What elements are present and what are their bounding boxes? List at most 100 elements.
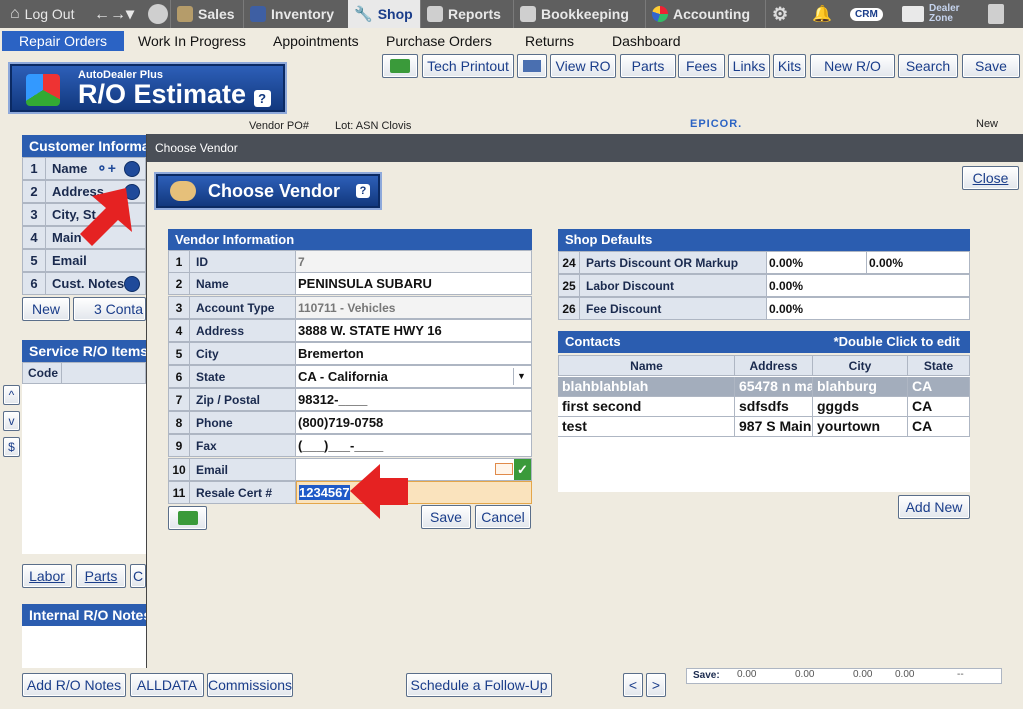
parts-discount-field[interactable]: 0.00%	[767, 251, 867, 274]
shop-row-fee-discount: 26 Fee Discount 0.00%	[558, 297, 970, 320]
navigate-icon[interactable]	[124, 161, 140, 177]
add-person-icon[interactable]: ⚬+	[96, 160, 116, 177]
nav-sales[interactable]: Sales	[170, 0, 241, 28]
nav-accounting[interactable]: Accounting	[645, 0, 756, 28]
labor-button[interactable]: Labor	[22, 564, 72, 588]
epicor-logo: EPICOR.	[690, 118, 743, 130]
ro-status: New	[976, 118, 999, 130]
alldata-button[interactable]: ALLDATA	[130, 673, 204, 697]
close-button[interactable]: Close	[962, 166, 1019, 190]
search-button[interactable]: Search	[898, 54, 958, 78]
customer-info-header: Customer Informat	[22, 135, 146, 157]
checkmark-icon[interactable]: ✓	[514, 459, 531, 480]
subnav-purchase-orders[interactable]: Purchase Orders	[372, 31, 506, 51]
save-button[interactable]: Save	[962, 54, 1020, 78]
contacts-button[interactable]: 3 Conta	[73, 297, 146, 321]
prev-button[interactable]: <	[623, 673, 643, 697]
lot-label: Lot: ASN Clovis	[335, 120, 412, 132]
schedule-follow-up-button[interactable]: Schedule a Follow-Up	[406, 673, 552, 697]
tech-printout-button[interactable]: Tech Printout	[422, 54, 514, 78]
logo-title: R/O Estimate ?	[78, 79, 271, 110]
vendor-row-fax: 9 Fax (___)___-____	[168, 434, 532, 457]
vendor-name-field[interactable]: PENINSULA SUBARU	[296, 272, 532, 295]
nav-bookkeeping[interactable]: Bookkeeping	[513, 0, 635, 28]
fax-field[interactable]: (___)___-____	[296, 434, 532, 457]
back-forward-icon[interactable]: ←→▾	[88, 0, 140, 28]
view-ro-button[interactable]: View RO	[550, 54, 616, 78]
crm-link[interactable]: CRM	[844, 0, 889, 28]
logout-link[interactable]: ⌂ Log Out	[4, 0, 81, 28]
navigate-icon[interactable]	[124, 276, 140, 292]
help-icon[interactable]: ?	[356, 184, 370, 198]
contacts-col-address: Address	[734, 355, 813, 376]
sales-icon	[177, 6, 193, 22]
printer-icon	[523, 60, 541, 72]
address-field[interactable]: 3888 W. STATE HWY 16	[296, 319, 532, 342]
subnav-appointments[interactable]: Appointments	[259, 31, 373, 51]
vendor-cancel-button[interactable]: Cancel	[475, 505, 531, 529]
home-icon: ⌂	[10, 5, 20, 22]
nav-shop[interactable]: 🔧 Shop	[348, 0, 420, 28]
next-button[interactable]: >	[646, 673, 666, 697]
customer-row-email[interactable]: 5 Email	[22, 249, 146, 272]
kits-button[interactable]: Kits	[773, 54, 806, 78]
vendor-row-phone: 8 Phone (800)719-0758	[168, 411, 532, 434]
open-folder-button[interactable]	[168, 506, 207, 530]
contact-row[interactable]: test 987 S Main st yourtown CA	[558, 417, 970, 437]
state-select[interactable]: CA - California ▼	[296, 365, 532, 388]
vendor-row-state: 6 State CA - California ▼	[168, 365, 532, 388]
cubes-icon	[26, 74, 60, 106]
phone-field[interactable]: (800)719-0758	[296, 411, 532, 434]
scroll-down-button[interactable]: v	[3, 411, 20, 431]
contact-row[interactable]: first second sdfsdfs gggds CA	[558, 397, 970, 417]
red-arrow-indicator	[350, 464, 408, 519]
resale-cert-field[interactable]: 1234567	[296, 481, 532, 504]
help-icon[interactable]: ?	[253, 90, 271, 107]
shop-defaults-header: Shop Defaults	[558, 229, 970, 251]
gear-icon[interactable]: ⚙	[765, 0, 797, 28]
parts-button[interactable]: Parts	[620, 54, 676, 78]
subnav-work-in-progress[interactable]: Work In Progress	[124, 31, 260, 51]
add-new-contact-button[interactable]: Add New	[898, 495, 970, 519]
scroll-up-button[interactable]: ^	[3, 385, 20, 405]
add-ro-notes-button[interactable]: Add R/O Notes	[22, 673, 126, 697]
open-folder-button[interactable]	[382, 54, 418, 78]
sub-nav: Repair Orders Work In Progress Appointme…	[0, 28, 1023, 52]
print-button[interactable]	[517, 54, 547, 78]
parts-tab-button[interactable]: Parts	[76, 564, 126, 588]
fees-button[interactable]: Fees	[678, 54, 725, 78]
customer-row-name[interactable]: 1 Name ⚬+	[22, 157, 146, 180]
service-items-table-header: Code	[22, 362, 146, 384]
contacts-col-name: Name	[558, 355, 735, 376]
dealer-zone-link[interactable]: Dealer Zone	[896, 0, 971, 28]
subnav-dashboard[interactable]: Dashboard	[598, 31, 695, 51]
book-icon	[520, 6, 536, 22]
zip-field[interactable]: 98312-____	[296, 388, 532, 411]
dollar-button[interactable]: $	[3, 437, 20, 457]
labor-discount-field[interactable]: 0.00%	[767, 274, 970, 297]
calculator-icon[interactable]	[982, 0, 1010, 28]
subnav-returns[interactable]: Returns	[511, 31, 588, 51]
internal-notes-header: Internal R/O Notes	[22, 604, 146, 626]
commissions-button[interactable]: Commissions	[207, 673, 293, 697]
more-button[interactable]: C	[130, 564, 146, 588]
ro-estimate-logo: AutoDealer Plus R/O Estimate ?	[10, 64, 285, 112]
vendor-row-address: 4 Address 3888 W. STATE HWY 16	[168, 319, 532, 342]
nav-inventory[interactable]: Inventory	[243, 0, 340, 28]
nav-reports[interactable]: Reports	[420, 0, 507, 28]
vendor-save-button[interactable]: Save	[421, 505, 471, 529]
subnav-repair-orders[interactable]: Repair Orders	[2, 31, 124, 51]
envelope-icon[interactable]	[495, 463, 513, 475]
city-field[interactable]: Bremerton	[296, 342, 532, 365]
bell-icon[interactable]: 🔔	[806, 0, 838, 28]
internal-notes-area[interactable]	[22, 626, 146, 668]
links-button[interactable]: Links	[728, 54, 770, 78]
account-type-field: 110711 - Vehicles	[296, 296, 532, 319]
fee-discount-field[interactable]: 0.00%	[767, 297, 970, 320]
customer-row-notes[interactable]: 6 Cust. Notes	[22, 272, 146, 295]
chevron-down-icon[interactable]: ▼	[513, 368, 529, 385]
new-ro-button[interactable]: New R/O	[810, 54, 895, 78]
parts-markup-field[interactable]: 0.00%	[867, 251, 970, 274]
contact-row[interactable]: blahblahblah 65478 n main blahburg CA	[558, 377, 970, 397]
new-customer-button[interactable]: New	[22, 297, 70, 321]
